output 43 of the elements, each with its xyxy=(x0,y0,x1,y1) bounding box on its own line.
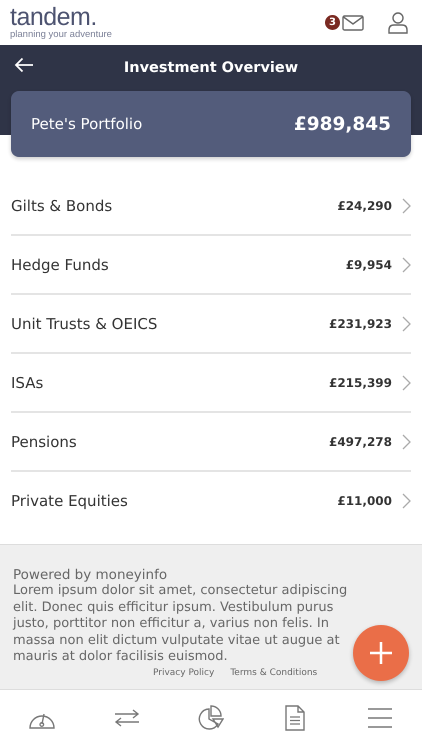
pie-chart-icon[interactable] xyxy=(198,705,224,731)
add-button[interactable] xyxy=(353,625,409,681)
chevron-icon xyxy=(402,374,411,390)
chevron-icon xyxy=(402,492,411,508)
holding-row[interactable]: Hedge Funds £9,954 xyxy=(11,236,411,295)
holding-value: £24,290 xyxy=(337,198,392,212)
tagline: planning your adventure xyxy=(10,29,112,40)
powered-by: Powered by moneyinfo xyxy=(13,567,168,583)
holding-name: Unit Trusts & OEICS xyxy=(11,314,158,332)
holding-name: Hedge Funds xyxy=(11,256,110,274)
holding-row[interactable]: ISAs £215,399 xyxy=(11,354,411,413)
portfolio-name: Pete's Portfolio xyxy=(31,115,142,133)
footer-link[interactable]: Privacy Policy xyxy=(153,668,214,678)
logo: tandem. xyxy=(10,5,97,29)
transfer-icon[interactable] xyxy=(114,709,140,727)
plus-icon xyxy=(369,641,393,665)
holding-value: £497,278 xyxy=(328,434,392,448)
page-title: Investment Overview xyxy=(124,60,298,76)
user-icon[interactable] xyxy=(388,12,408,34)
holding-row[interactable]: Pensions £497,278 xyxy=(11,413,411,472)
footer-text: Lorem ipsum dolor sit amet, consectetur adipiscing elit. Donec quis efficitur ipsum. Vestibulum purus justo, porttitor non efficitur a, varius non felis. In massa non elit dictum vulputate vitae ut augue at mauris at dolor facilisis euismod. xyxy=(13,583,348,666)
holding-name: ISAs xyxy=(11,374,44,392)
holding-value: £9,954 xyxy=(346,258,392,272)
holding-value: £231,923 xyxy=(328,316,392,330)
holding-row[interactable]: Private Equities £11,000 xyxy=(11,472,411,529)
holding-row[interactable]: Unit Trusts & OEICS £231,923 xyxy=(11,295,411,354)
document-icon[interactable] xyxy=(285,705,306,731)
holding-name: Private Equities xyxy=(11,492,129,510)
holding-value: £11,000 xyxy=(337,494,392,508)
mail-icon[interactable] xyxy=(342,14,364,30)
holding-name: Gilts & Bonds xyxy=(11,196,114,214)
chevron-icon xyxy=(402,198,411,214)
holding-value: £215,399 xyxy=(328,376,392,390)
chevron-icon xyxy=(402,316,411,332)
chevron-icon xyxy=(402,256,411,272)
menu-icon[interactable] xyxy=(368,708,392,728)
chevron-icon xyxy=(402,434,411,450)
back-arrow-icon[interactable] xyxy=(14,57,34,73)
unread-badge: 3 xyxy=(325,15,340,30)
portfolio-total: £989,845 xyxy=(294,114,391,134)
holding-name: Pensions xyxy=(11,432,78,450)
holding-row[interactable]: Gilts & Bonds £24,290 xyxy=(11,177,411,236)
footer-link[interactable]: Terms & Conditions xyxy=(230,668,318,678)
